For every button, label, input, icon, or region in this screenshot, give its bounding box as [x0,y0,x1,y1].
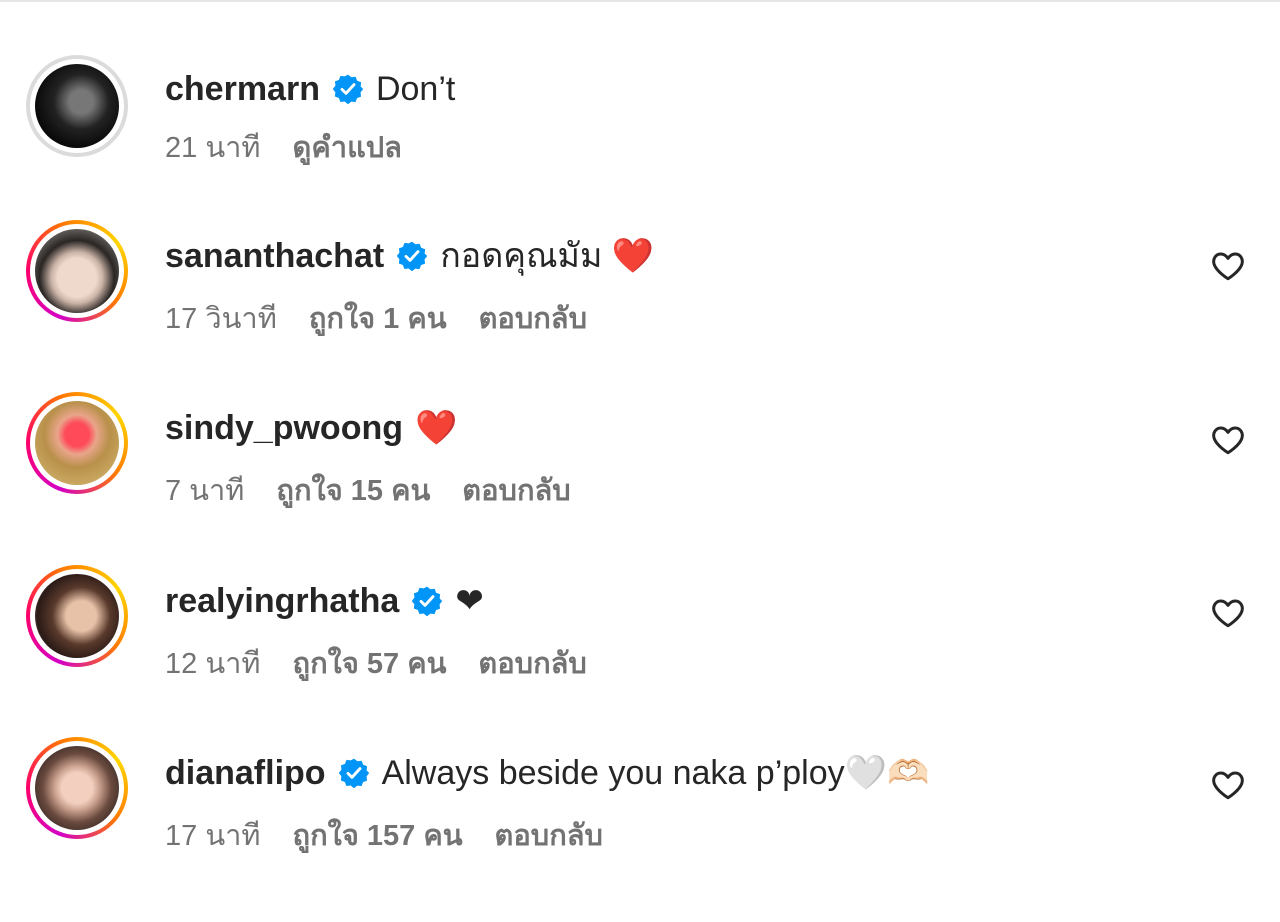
verified-badge-icon [396,241,428,272]
comment-text: ❤️ [415,409,458,447]
comment-time[interactable]: 12 นาที [165,647,261,681]
comment-text: ❤ [455,582,484,620]
username[interactable]: dianaflipo [165,753,326,793]
heart-outline-icon[interactable] [1210,595,1246,631]
avatar[interactable] [26,737,128,839]
username[interactable]: sindy_pwoong [165,408,403,448]
comment-item: sananthachat กอดคุณมัม ❤️ 17 วินาที ถูกใ… [0,220,1280,370]
reply-button[interactable]: ตอบกลับ [479,302,587,336]
likes-count[interactable]: ถูกใจ 1 คน [309,302,447,336]
see-translation-button[interactable]: ดูคำแปล [293,131,402,165]
heart-outline-icon[interactable] [1210,422,1246,458]
comment-time[interactable]: 7 นาที [165,474,244,508]
reply-button[interactable]: ตอบกลับ [495,819,603,853]
username[interactable]: chermarn [165,69,320,109]
avatar[interactable] [26,55,128,157]
comment-text: กอดคุณมัม ❤️ [440,237,655,275]
comment-text: Don’t [375,70,456,108]
heart-outline-icon[interactable] [1210,248,1246,284]
reply-button[interactable]: ตอบกลับ [462,474,570,508]
comment-item: realyingrhatha ❤ 12 นาที ถูกใจ 57 คน ตอบ… [0,565,1280,715]
likes-count[interactable]: ถูกใจ 57 คน [293,647,447,681]
heart-outline-icon[interactable] [1210,767,1246,803]
comment-time[interactable]: 21 นาที [165,131,261,165]
comment-item: dianaflipo Always beside you naka p’ploy… [0,737,1280,887]
verified-badge-icon [412,586,443,617]
likes-count[interactable]: ถูกใจ 15 คน [276,474,430,508]
verified-badge-icon [332,74,364,105]
comment-text: Always beside you naka p’ploy🤍🫶🏻 [381,754,930,792]
reply-button[interactable]: ตอบกลับ [478,647,586,681]
likes-count[interactable]: ถูกใจ 157 คน [293,819,463,853]
username[interactable]: sananthachat [165,236,384,276]
comment-time[interactable]: 17 วินาที [165,302,277,336]
avatar[interactable] [26,220,128,322]
verified-badge-icon [338,758,369,789]
comment-time[interactable]: 17 นาที [165,819,261,853]
avatar[interactable] [26,392,128,494]
avatar[interactable] [26,565,128,667]
username[interactable]: realyingrhatha [165,581,399,621]
comment-item: chermarn Don’t 21 นาที ดูคำแปล [0,55,1280,205]
top-divider [0,0,1280,2]
comment-item: sindy_pwoong ❤️ 7 นาที ถูกใจ 15 คน ตอบกล… [0,392,1280,542]
